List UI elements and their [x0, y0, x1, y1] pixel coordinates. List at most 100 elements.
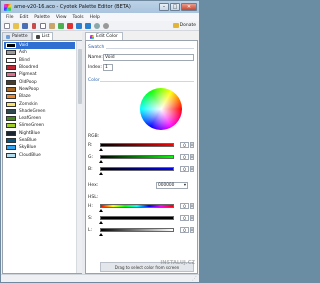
lightness-spinner[interactable]: ⇕: [190, 227, 194, 233]
add-color-button[interactable]: [57, 22, 65, 30]
tab-palette-label: Palette: [12, 34, 28, 39]
list-item[interactable]: NightBlue: [4, 130, 75, 137]
list-item[interactable]: Pigmeat: [4, 71, 75, 78]
delete-color-button[interactable]: [66, 22, 74, 30]
main-window: arne-v20-16.aco - Cyotek Palette Editor …: [0, 0, 200, 283]
resize-grip-icon[interactable]: ⋰: [192, 276, 197, 282]
move-up-button[interactable]: [75, 22, 83, 30]
title-bar: arne-v20-16.aco - Cyotek Palette Editor …: [1, 1, 199, 13]
add-icon: [58, 22, 64, 29]
window-title: arne-v20-16.aco - Cyotek Palette Editor …: [14, 4, 131, 10]
blue-input[interactable]: 0: [180, 166, 189, 172]
list-item[interactable]: Blind: [4, 57, 75, 64]
tab-palette[interactable]: Palette: [2, 32, 32, 40]
name-input[interactable]: Void: [103, 54, 194, 61]
rgb-label: RGB:: [88, 134, 100, 139]
list-item[interactable]: NewPoop: [4, 86, 75, 93]
blue-slider-handle[interactable]: [99, 172, 103, 175]
lightness-slider[interactable]: [100, 228, 174, 232]
saturation-slider-handle[interactable]: [99, 221, 103, 224]
move-down-button[interactable]: [84, 22, 92, 30]
open-button[interactable]: [12, 22, 20, 30]
color-name: NewPoop: [19, 86, 39, 92]
edit-color-panel: Swatch Name: Void Index: 1 Color RGB: R:…: [85, 40, 198, 274]
palette-icon: [6, 34, 10, 39]
color-divider: [100, 81, 194, 82]
b-label: B:: [88, 167, 93, 172]
list-item[interactable]: Zornskin: [4, 100, 75, 107]
green-input[interactable]: 0: [180, 154, 189, 160]
tab-edit-color[interactable]: Edit Color: [85, 32, 123, 40]
color-swatch: [6, 65, 16, 71]
color-name: Void: [19, 43, 29, 49]
l-label: L:: [88, 228, 93, 233]
paste-button[interactable]: [48, 22, 56, 30]
menu-file[interactable]: File: [3, 15, 17, 20]
color-swatch: [6, 79, 16, 85]
copy-icon: [40, 22, 46, 29]
saturation-input[interactable]: 0: [180, 215, 189, 221]
zoom-button[interactable]: [93, 22, 101, 30]
color-swatch: [6, 116, 16, 122]
green-slider-handle[interactable]: [99, 160, 103, 163]
red-spinner[interactable]: ⇕: [190, 142, 194, 148]
color-list[interactable]: Void Ash Blind Bloodred Pigmeat OldPoop NewPoo…: [2, 40, 82, 274]
list-item[interactable]: Ash: [4, 49, 75, 56]
hue-spinner[interactable]: ⇕: [190, 203, 194, 209]
color-swatch: [6, 108, 16, 114]
blue-spinner[interactable]: ⇕: [190, 166, 194, 172]
cut-button[interactable]: [30, 22, 38, 30]
menu-palette[interactable]: Palette: [31, 15, 53, 20]
color-name: Blaze: [19, 94, 31, 100]
green-spinner[interactable]: ⇕: [190, 154, 194, 160]
color-swatch: [6, 57, 16, 63]
close-button[interactable]: ✕: [181, 3, 197, 11]
list-item[interactable]: Void: [4, 42, 75, 50]
hue-slider-handle[interactable]: [99, 209, 103, 212]
copy-button[interactable]: [39, 22, 47, 30]
saturation-spinner[interactable]: ⇕: [190, 215, 194, 221]
donate-button[interactable]: Donate: [172, 23, 196, 28]
saturation-slider[interactable]: [100, 216, 174, 220]
donate-label: Donate: [179, 23, 196, 28]
list-item[interactable]: Bloodred: [4, 64, 75, 71]
new-button[interactable]: [3, 22, 11, 30]
list-item[interactable]: SlimeGreen: [4, 122, 75, 129]
list-item[interactable]: Blaze: [4, 93, 75, 100]
hex-combo[interactable]: 000000 ▾: [156, 182, 188, 189]
blue-slider[interactable]: [100, 167, 174, 171]
hue-slider[interactable]: [100, 204, 174, 208]
menu-view[interactable]: View: [53, 15, 70, 20]
color-swatch: [6, 86, 16, 92]
minimize-button[interactable]: –: [159, 3, 169, 11]
list-item[interactable]: OldPoop: [4, 79, 75, 86]
menu-help[interactable]: Help: [87, 15, 103, 20]
list-item[interactable]: SeaBlue: [4, 137, 75, 144]
color-swatch: [6, 130, 16, 136]
green-slider[interactable]: [100, 155, 174, 159]
list-item[interactable]: LeafGreen: [4, 115, 75, 122]
lightness-slider-handle[interactable]: [99, 233, 103, 236]
left-tabs: Palette List: [2, 32, 54, 40]
list-item[interactable]: CloudBlue: [4, 152, 75, 159]
menu-tools[interactable]: Tools: [70, 15, 87, 20]
color-name: Blind: [19, 57, 30, 63]
menu-edit[interactable]: Edit: [17, 15, 32, 20]
swatch-header: Swatch: [88, 45, 105, 50]
color-wheel[interactable]: [140, 88, 182, 130]
gear-icon: [103, 22, 109, 29]
red-slider[interactable]: [100, 143, 174, 147]
list-item[interactable]: ShadeGreen: [4, 108, 75, 115]
settings-button[interactable]: [102, 22, 110, 30]
maximize-button[interactable]: □: [170, 3, 180, 11]
index-input[interactable]: 1: [103, 64, 113, 71]
lightness-input[interactable]: 0: [180, 227, 189, 233]
red-slider-handle[interactable]: [99, 148, 103, 151]
list-item[interactable]: SkyBlue: [4, 144, 75, 151]
hue-input[interactable]: 0: [180, 203, 189, 209]
color-swatch: [6, 138, 16, 144]
tab-list[interactable]: List: [31, 32, 54, 40]
g-label: G:: [88, 155, 94, 160]
red-input[interactable]: 0: [180, 142, 189, 148]
save-button[interactable]: [21, 22, 29, 30]
